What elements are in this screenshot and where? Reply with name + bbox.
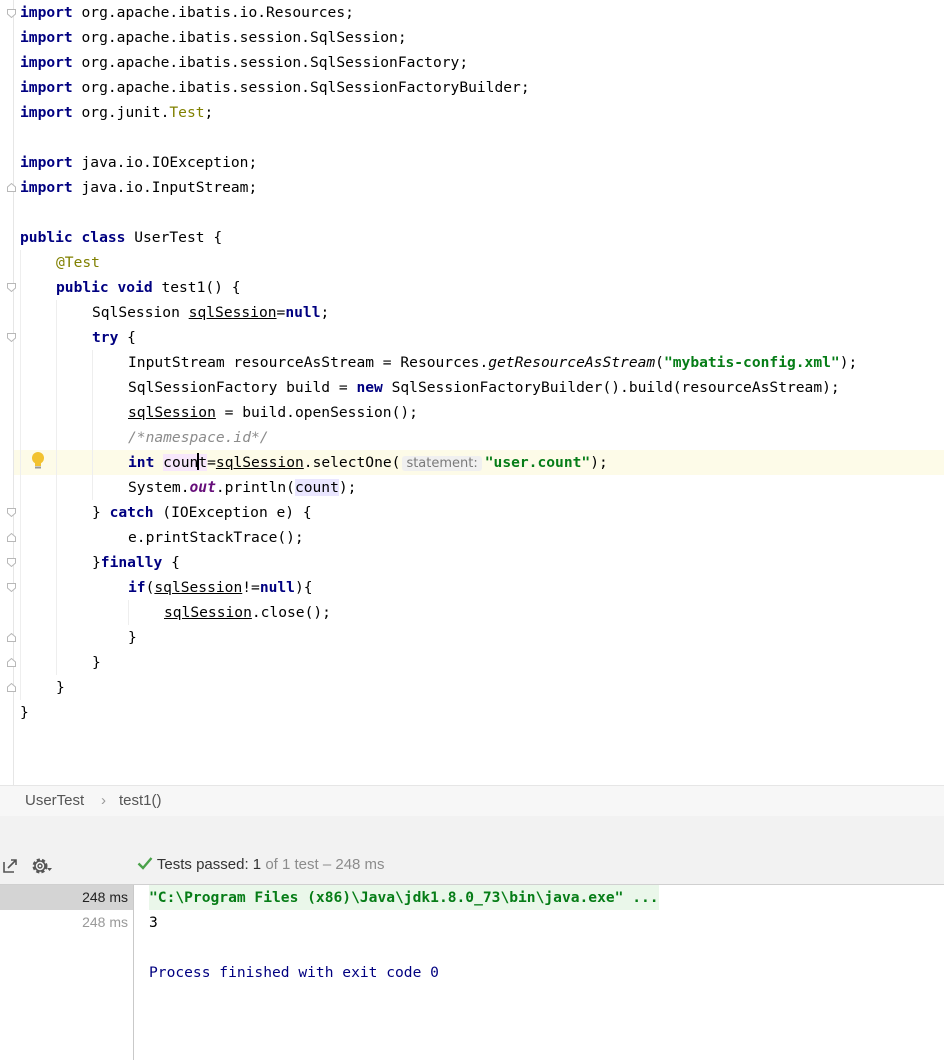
import-line: import org.apache.ibatis.session.SqlSess…: [20, 54, 469, 71]
test-tree-row[interactable]: 248 ms: [0, 910, 133, 935]
code-line: sqlSession.close();: [164, 604, 331, 621]
import-line: import org.apache.ibatis.io.Resources;: [20, 4, 354, 21]
import-line: import java.io.InputStream;: [20, 179, 258, 196]
breadcrumb-separator: ›: [101, 792, 106, 809]
indent-guide: [128, 600, 129, 625]
code-editor[interactable]: import org.apache.ibatis.io.Resources; i…: [0, 0, 944, 785]
test-tree: 248 ms 248 ms: [0, 885, 134, 1060]
fold-marker[interactable]: [7, 9, 16, 18]
import-line: import java.io.IOException;: [20, 154, 258, 171]
check-icon: [137, 856, 153, 873]
code-line: }: [20, 704, 29, 721]
import-line: import org.apache.ibatis.session.SqlSess…: [20, 79, 530, 96]
indent-guide: [56, 300, 57, 675]
code-line: }: [128, 629, 137, 646]
fold-marker[interactable]: [7, 183, 16, 192]
fold-marker[interactable]: [7, 633, 16, 642]
console-line: 3: [149, 914, 158, 931]
fold-marker[interactable]: [7, 683, 16, 692]
code-line: if(sqlSession!=null){: [128, 579, 313, 596]
fold-marker[interactable]: [7, 333, 16, 342]
status-detail: of 1 test – 248 ms: [265, 856, 385, 873]
parameter-hint: statement:: [402, 456, 482, 471]
test-status: Tests passed: 1 of 1 test – 248 ms: [137, 856, 385, 873]
import-line: import org.apache.ibatis.session.SqlSess…: [20, 29, 407, 46]
class-declaration: public class UserTest {: [20, 229, 223, 246]
status-count: 1: [252, 856, 262, 873]
export-icon[interactable]: [1, 856, 21, 876]
gear-icon[interactable]: [31, 856, 52, 876]
run-toolbar: Tests passed: 1 of 1 test – 248 ms: [0, 846, 944, 885]
indent-guide: [20, 250, 21, 700]
console-line: "C:\Program Files (x86)\Java\jdk1.8.0_73…: [149, 885, 659, 910]
code-line: }: [56, 679, 65, 696]
lightbulb-icon[interactable]: [30, 451, 46, 471]
console-line: Process finished with exit code 0: [149, 964, 439, 981]
code-line: InputStream resourceAsStream = Resources…: [128, 354, 858, 371]
code-line: SqlSession sqlSession=null;: [92, 304, 330, 321]
fold-marker[interactable]: [7, 533, 16, 542]
gutter-border: [13, 0, 14, 785]
code-line: }finally {: [92, 554, 180, 571]
fold-marker[interactable]: [7, 508, 16, 517]
code-line: SqlSessionFactory build = new SqlSession…: [128, 379, 840, 396]
indent-guide: [92, 350, 93, 500]
console-output[interactable]: "C:\Program Files (x86)\Java\jdk1.8.0_73…: [134, 885, 944, 1060]
code-line: System.out.println(count);: [128, 479, 357, 496]
method-declaration: public void test1() {: [56, 279, 241, 296]
code-line: sqlSession = build.openSession();: [128, 404, 418, 421]
breadcrumb-class[interactable]: UserTest: [25, 792, 84, 809]
code-line: } catch (IOException e) {: [92, 504, 312, 521]
code-line-current: int count=sqlSession.selectOne(statement…: [128, 453, 608, 471]
import-line: import org.junit.Test;: [20, 104, 214, 121]
code-line: e.printStackTrace();: [128, 529, 304, 546]
test-tree-row[interactable]: 248 ms: [0, 885, 133, 910]
code-line: try {: [92, 329, 136, 346]
test-annotation: @Test: [56, 254, 100, 271]
fold-marker[interactable]: [7, 558, 16, 567]
code-comment: /*namespace.id*/: [128, 429, 269, 446]
fold-marker[interactable]: [7, 283, 16, 292]
status-label: Tests passed:: [156, 856, 249, 873]
code-line: }: [92, 654, 101, 671]
breadcrumb-method[interactable]: test1(): [119, 792, 162, 809]
fold-marker[interactable]: [7, 658, 16, 667]
fold-marker[interactable]: [7, 583, 16, 592]
breadcrumb: UserTest › test1(): [0, 785, 944, 817]
panel-divider: [0, 816, 944, 846]
